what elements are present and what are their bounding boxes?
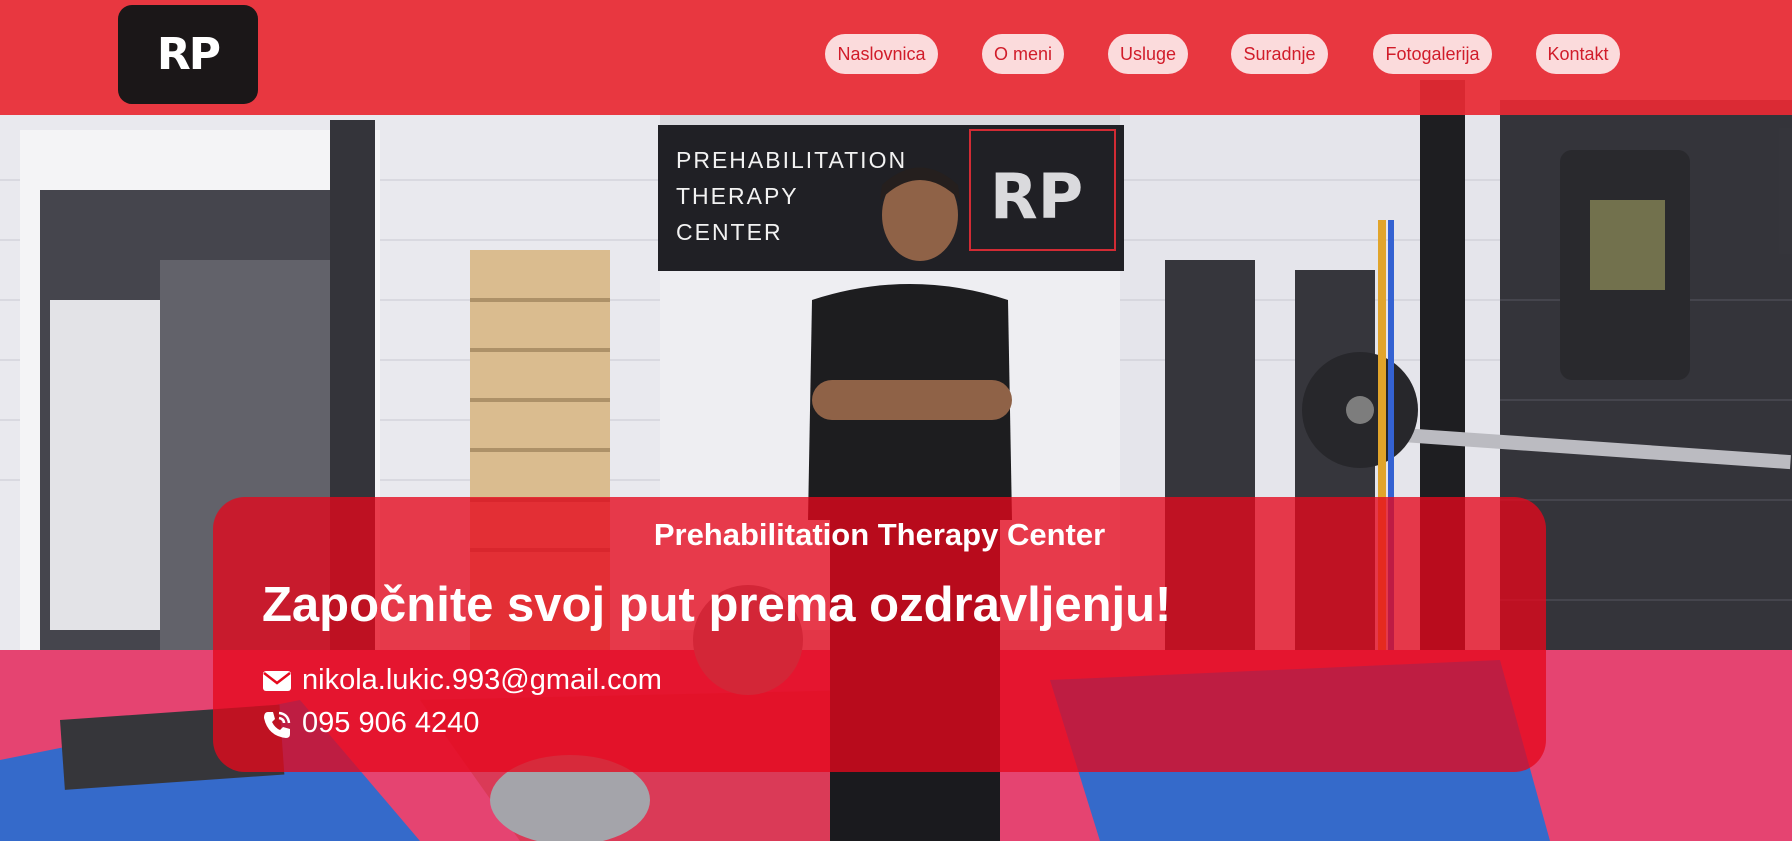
hero-headline: Započnite svoj put prema ozdravljenju! — [262, 578, 1172, 632]
contact-email-row[interactable]: nikola.lukic.993@gmail.com — [262, 664, 662, 697]
nav-item-suradnje[interactable]: Suradnje — [1231, 34, 1328, 74]
hero-info-panel: Prehabilitation Therapy Center Započnite… — [213, 497, 1546, 772]
nav-item-usluge[interactable]: Usluge — [1108, 34, 1188, 74]
envelope-icon — [262, 667, 292, 695]
hero-subtitle: Prehabilitation Therapy Center — [653, 517, 1106, 552]
contact-email[interactable]: nikola.lukic.993@gmail.com — [302, 664, 662, 697]
contact-phone-row[interactable]: 095 906 4240 — [262, 707, 479, 740]
site-header: RP Naslovnica O meni Usluge Suradnje Fot… — [0, 0, 1792, 115]
contact-phone[interactable]: 095 906 4240 — [302, 707, 479, 740]
nav-item-kontakt[interactable]: Kontakt — [1536, 34, 1620, 74]
main-navigation: Naslovnica O meni Usluge Suradnje Fotoga… — [0, 34, 1792, 74]
nav-item-fotogalerija[interactable]: Fotogalerija — [1373, 34, 1492, 74]
nav-item-o-meni[interactable]: O meni — [982, 34, 1064, 74]
phone-icon — [262, 710, 292, 738]
nav-item-naslovnica[interactable]: Naslovnica — [825, 34, 938, 74]
